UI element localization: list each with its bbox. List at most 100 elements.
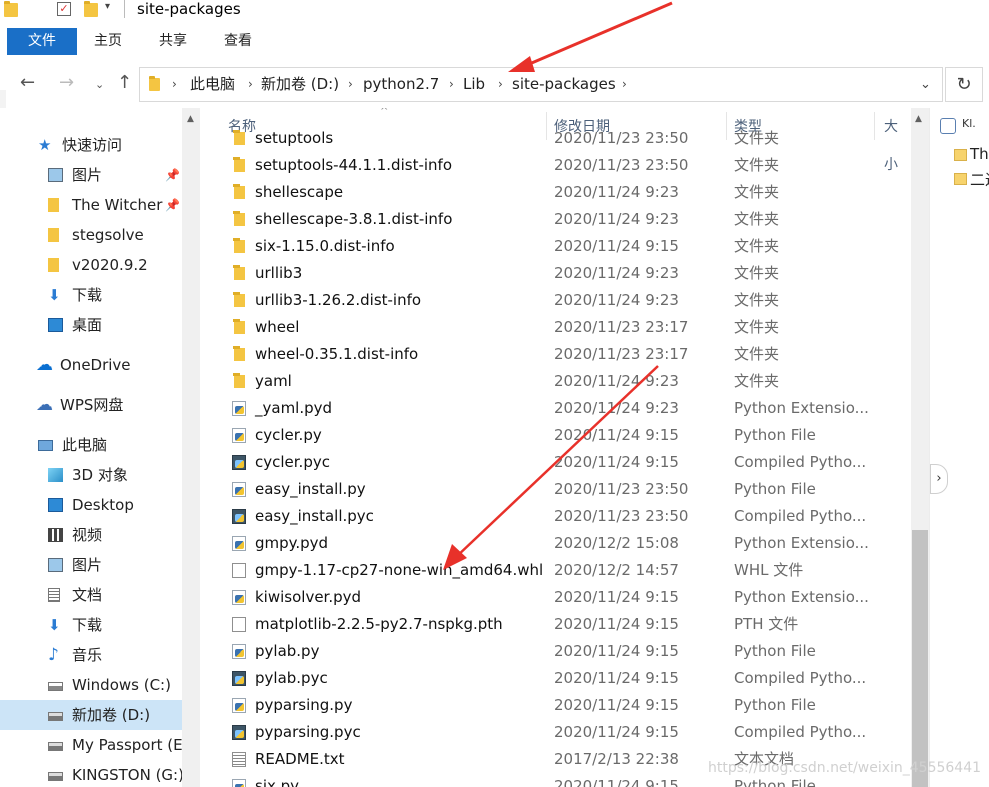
breadcrumb-lib[interactable]: Lib [463,68,485,101]
file-row[interactable]: cycler.pyc 2020/11/24 9:15 Compiled Pytho.… [200,449,911,476]
file-row[interactable]: yaml 2020/11/24 9:23 文件夹 [200,368,911,395]
new-folder-icon[interactable] [84,1,98,17]
nav-item[interactable]: ★ 快速访问 [0,130,182,160]
file-type: Compiled Pytho... [734,723,867,741]
nav-item[interactable]: 文档 [0,580,182,610]
nav-item[interactable]: The Witcher 📌 [0,190,182,220]
pin-icon[interactable]: 📌 [165,190,180,220]
tab-file[interactable]: 文件 [7,28,77,55]
folder-icon [48,258,59,272]
file-row[interactable]: wheel 2020/11/23 23:17 文件夹 [200,314,911,341]
breadcrumb-separator[interactable]: › [172,68,177,101]
breadcrumb-site-packages[interactable]: site-packages [512,68,616,101]
nav-item[interactable]: Windows (C:) [0,670,182,700]
breadcrumb-separator[interactable]: › [348,68,353,101]
file-row[interactable]: pylab.pyc 2020/11/24 9:15 Compiled Pytho..… [200,665,911,692]
file-row[interactable]: matplotlib-2.2.5-py2.7-nspkg.pth 2020/11/… [200,611,911,638]
file-row[interactable]: gmpy-1.17-cp27-none-win_amd64.whl 2020/12… [200,557,911,584]
video-icon [48,528,63,542]
breadcrumb-this-pc[interactable]: 此电脑 [190,68,235,101]
recent-locations-chevron-icon[interactable]: ⌄ [95,74,104,96]
folder-icon [233,319,245,334]
nav-item[interactable]: 图片 📌 [0,160,182,190]
tab-home[interactable]: 主页 [94,28,122,55]
folder-icon [954,149,967,161]
file-row[interactable]: easy_install.py 2020/11/23 23:50 Python Fi… [200,476,911,503]
file-row[interactable]: kiwisolver.pyd 2020/11/24 9:15 Python Exte… [200,584,911,611]
nav-item[interactable]: KINGSTON (G:) [0,760,184,787]
file-row[interactable]: _yaml.pyd 2020/11/24 9:23 Python Extensio.… [200,395,911,422]
file-row[interactable]: shellescape 2020/11/24 9:23 文件夹 [200,179,911,206]
nav-item[interactable]: 视频 [0,520,182,550]
chevron-right-icon[interactable]: › [930,464,948,494]
breadcrumb-separator[interactable]: › [248,68,253,101]
file-row[interactable]: pylab.py 2020/11/24 9:15 Python File [200,638,911,665]
background-folder-item[interactable]: Thu [970,145,989,163]
text-file-icon [232,752,246,767]
file-row[interactable]: pyparsing.py 2020/11/24 9:15 Python File [200,692,911,719]
nav-item[interactable]: Desktop [0,490,182,520]
scrollbar-thumb[interactable] [912,530,928,787]
nav-item[interactable]: 图片 [0,550,182,580]
nav-item[interactable]: stegsolve [0,220,182,250]
breadcrumb-drive-d[interactable]: 新加卷 (D:) [261,68,339,101]
nav-item-label: Windows (C:) [72,676,171,694]
breadcrumb-python27[interactable]: python2.7 [363,68,439,101]
nav-item[interactable]: 3D 对象 [0,460,182,490]
file-row[interactable]: setuptools 2020/11/23 23:50 文件夹 [200,125,911,152]
tab-view[interactable]: 查看 [224,28,252,55]
quick-access-dropdown-icon[interactable]: ▾ [105,1,119,15]
pin-icon[interactable]: 📌 [165,160,180,190]
nav-item-label: My Passport (E: [72,736,188,754]
address-bar[interactable]: › 此电脑 › 新加卷 (D:) › python2.7 › Lib › sit… [139,67,943,102]
nav-item[interactable]: ☁ OneDrive [0,350,182,380]
file-name: wheel-0.35.1.dist-info [255,345,419,363]
scroll-up-icon[interactable]: ▲ [187,114,194,124]
file-row[interactable]: wheel-0.35.1.dist-info 2020/11/23 23:17 文件… [200,341,911,368]
file-type: Python File [734,426,816,444]
tab-share[interactable]: 共享 [159,28,187,55]
breadcrumb-separator[interactable]: › [498,68,503,101]
up-arrow-icon[interactable]: ↑ [117,72,132,94]
nav-item[interactable]: 此电脑 [0,430,182,460]
forward-arrow-icon[interactable]: → [59,72,74,94]
nav-item[interactable]: ⬇ 下载 [0,280,182,310]
breadcrumb-separator[interactable]: › [622,68,627,101]
file-name: urllib3-1.26.2.dist-info [255,291,422,309]
folder-icon [233,292,245,307]
file-row[interactable]: gmpy.pyd 2020/12/2 15:08 Python Extensio..… [200,530,911,557]
properties-icon[interactable]: ✓ [57,2,71,16]
file-row[interactable]: setuptools-44.1.1.dist-info 2020/11/23 23… [200,152,911,179]
folder-icon [233,373,245,388]
file-row[interactable]: easy_install.pyc 2020/11/23 23:50 Compiled… [200,503,911,530]
back-arrow-icon[interactable]: ← [20,72,35,94]
file-type: Python Extensio... [734,588,869,606]
background-folder-item[interactable]: 二进 [970,169,989,190]
nav-item-label: 下载 [72,616,103,634]
breadcrumb-separator[interactable]: › [449,68,454,101]
file-row[interactable]: shellescape-3.8.1.dist-info 2020/11/24 9:… [200,206,911,233]
nav-item-label: 3D 对象 [72,466,128,484]
navigation-pane-scrollbar[interactable]: ▲ [182,108,200,787]
nav-item[interactable]: My Passport (E: [0,730,188,760]
file-row[interactable]: urllib3 2020/11/24 9:23 文件夹 [200,260,911,287]
file-date: 2020/11/24 9:15 [554,669,679,687]
nav-item[interactable]: ♪ 音乐 [0,640,182,670]
scroll-up-icon[interactable]: ▲ [915,114,922,124]
nav-item[interactable]: ⬇ 下载 [0,610,182,640]
file-row[interactable]: six-1.15.0.dist-info 2020/11/24 9:15 文件夹 [200,233,911,260]
nav-item[interactable]: 桌面 [0,310,182,340]
file-list-scrollbar[interactable]: ▲ [911,108,929,787]
nav-item[interactable]: 新加卷 (D:) [0,700,182,730]
python-file-icon [232,401,246,416]
file-row[interactable]: urllib3-1.26.2.dist-info 2020/11/24 9:23 文… [200,287,911,314]
file-row[interactable]: pyparsing.pyc 2020/11/24 9:15 Compiled Pyt… [200,719,911,746]
file-row[interactable]: cycler.py 2020/11/24 9:15 Python File [200,422,911,449]
refresh-icon[interactable]: ↻ [945,67,983,102]
file-date: 2020/11/24 9:15 [554,615,679,633]
file-name: six.py [255,777,300,787]
address-history-chevron-icon[interactable]: ⌄ [920,68,931,101]
python-file-icon [232,590,246,605]
nav-item[interactable]: v2020.9.2 [0,250,182,280]
nav-item[interactable]: ☁ WPS网盘 [0,390,182,420]
